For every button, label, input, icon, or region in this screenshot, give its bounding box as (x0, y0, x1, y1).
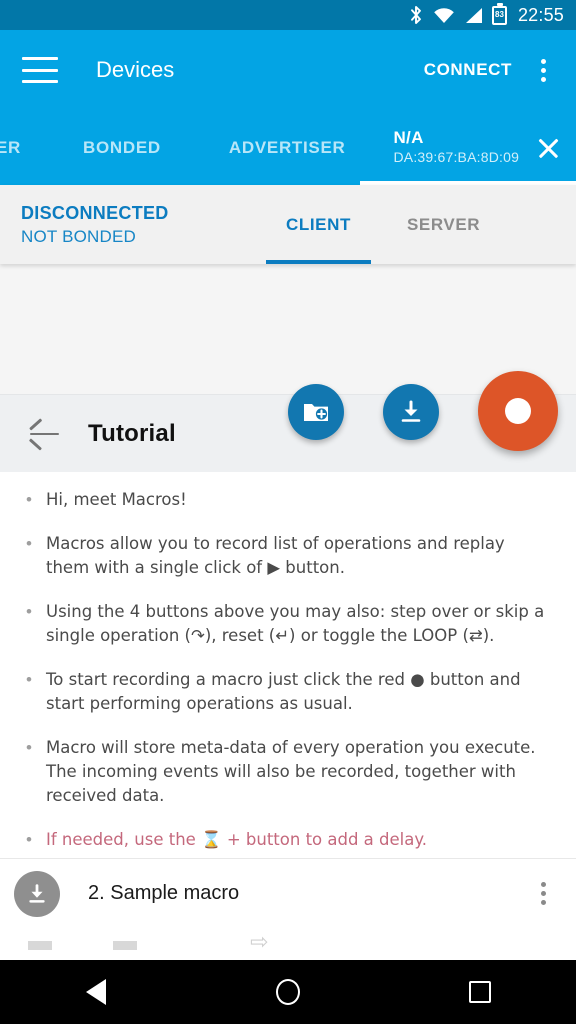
app-root: 83 22:55 Devices CONNECT ER BONDED ADVER… (0, 0, 576, 1024)
list-item: • To start recording a macro just click … (24, 668, 552, 716)
recents-nav-icon[interactable] (444, 960, 516, 1024)
tab-server[interactable]: SERVER (407, 185, 480, 264)
back-nav-icon[interactable] (60, 960, 132, 1024)
empty-content-area (0, 264, 576, 394)
battery-icon: 83 (491, 2, 507, 25)
clipped-row: ⇨ (0, 928, 576, 950)
home-nav-icon[interactable] (252, 960, 324, 1024)
tutorial-text: Hi, meet Macros! (46, 490, 187, 509)
tutorial-text: Macro will store meta-data of every oper… (46, 738, 536, 805)
device-tab-strip: ER BONDED ADVERTISER N/A DA:39:67:BA:8D:… (0, 110, 576, 185)
tab-device-na[interactable]: N/A DA:39:67:BA:8D:09 (393, 110, 563, 185)
list-item: • If needed, use the ⌛ + button to add a… (24, 828, 552, 852)
status-badge: DISCONNECTED (21, 202, 169, 223)
overflow-menu-icon[interactable] (526, 53, 560, 87)
tab-device-name: N/A (393, 128, 424, 148)
import-macro-fab[interactable] (383, 384, 439, 440)
tab-advertiser[interactable]: ADVERTISER (229, 110, 346, 185)
macro-name: 2. Sample macro (88, 882, 240, 904)
list-item: • Using the 4 buttons above you may also… (24, 600, 552, 648)
connection-status-group: DISCONNECTED NOT BONDED (0, 203, 169, 247)
tutorial-bullet-list: • Hi, meet Macros! • Macros allow you to… (0, 472, 576, 858)
cellular-signal-icon (464, 7, 483, 24)
battery-level: 83 (495, 10, 504, 19)
wifi-icon (433, 7, 455, 24)
record-circle-icon (505, 398, 531, 424)
android-nav-bar (0, 960, 576, 1024)
tutorial-text: Using the 4 buttons above you may also: … (46, 602, 545, 645)
tutorial-text: If needed, use the ⌛ + button to add a d… (46, 830, 428, 849)
page-title: Devices (96, 57, 175, 82)
tab-bonded[interactable]: BONDED (83, 110, 161, 185)
client-server-tabs: CLIENT SERVER (266, 185, 480, 264)
avatar (14, 870, 60, 917)
tutorial-title: Tutorial (88, 419, 176, 447)
close-icon[interactable] (533, 133, 563, 163)
hamburger-menu-icon[interactable] (22, 57, 58, 83)
list-item[interactable]: 2. Sample macro (0, 858, 576, 928)
folder-plus-icon (304, 404, 328, 421)
back-arrow-icon[interactable] (28, 417, 60, 450)
bond-status: NOT BONDED (21, 226, 137, 246)
app-bar: Devices CONNECT (0, 30, 576, 110)
clipped-chip (28, 941, 52, 950)
tutorial-text: To start recording a macro just click th… (46, 670, 521, 713)
record-macro-fab[interactable] (478, 371, 558, 451)
clipped-arrow-icon: ⇨ (250, 936, 269, 950)
bullet-marker: • (26, 830, 32, 849)
list-item: • Macro will store meta-data of every op… (24, 736, 552, 808)
list-item: • Macros allow you to record list of ope… (24, 532, 552, 580)
tab-device-address: DA:39:67:BA:8D:09 (393, 149, 520, 166)
bullet-marker: • (26, 670, 32, 689)
bullet-marker: • (26, 738, 32, 757)
list-item: • Hi, meet Macros! (24, 488, 552, 512)
download-icon (401, 400, 421, 422)
connection-subheader: DISCONNECTED NOT BONDED CLIENT SERVER (0, 185, 576, 264)
overflow-menu-icon[interactable] (530, 879, 556, 909)
tab-client[interactable]: CLIENT (266, 185, 371, 264)
bullet-marker: • (26, 490, 32, 509)
tab-scanner[interactable]: ER (0, 110, 21, 185)
status-bar-clock: 22:55 (517, 4, 564, 25)
status-bar: 83 22:55 (0, 0, 576, 30)
bullet-marker: • (26, 534, 32, 553)
bullet-marker: • (26, 602, 32, 621)
bluetooth-icon (408, 5, 424, 25)
download-icon (29, 883, 45, 903)
tutorial-text: Macros allow you to record list of opera… (46, 534, 505, 577)
connect-button[interactable]: CONNECT (424, 60, 512, 80)
new-folder-fab[interactable] (288, 384, 344, 440)
clipped-chip (113, 941, 137, 950)
